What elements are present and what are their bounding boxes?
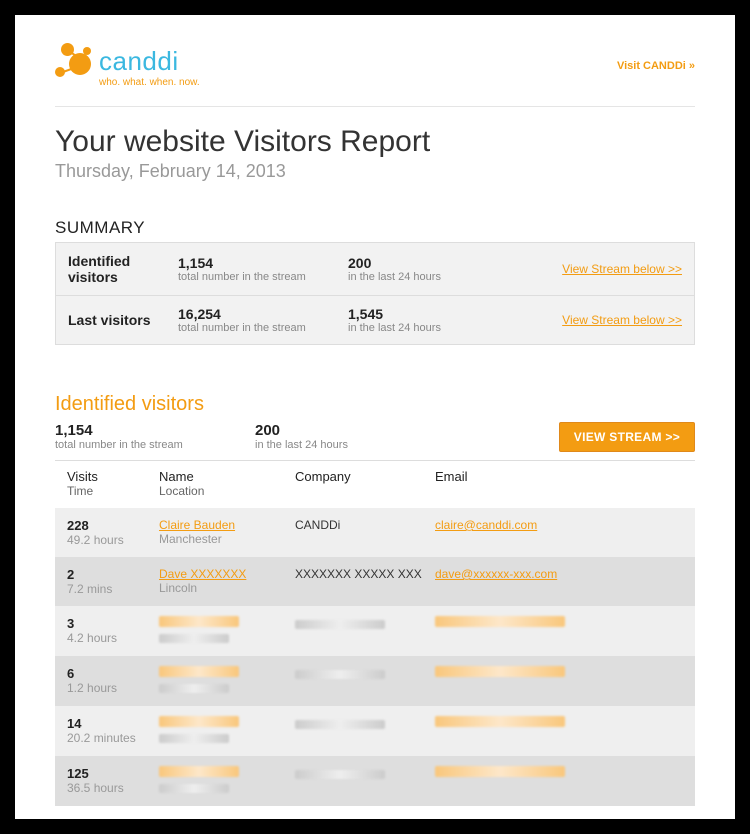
page-title: Your website Visitors Report xyxy=(55,125,695,159)
summary-section: SUMMARY Identified visitors 1,154 total … xyxy=(55,218,695,345)
summary-row-last: Last visitors 16,254 total number in the… xyxy=(56,295,694,344)
summary-recent-num: 1,545 xyxy=(348,306,518,322)
redacted-name xyxy=(159,766,239,777)
summary-recent-num: 200 xyxy=(348,255,518,271)
table-row: 12536.5 hours xyxy=(55,756,695,806)
logo-block: canddi who. what. when. now. xyxy=(55,43,200,88)
table-row: 34.2 hours xyxy=(55,606,695,656)
col-visits: Visits xyxy=(67,469,98,484)
header-bar: canddi who. what. when. now. Visit CANDD… xyxy=(55,43,695,107)
row-visits: 228 xyxy=(67,518,159,533)
redacted-company xyxy=(295,620,385,629)
row-company: XXXXXXX XXXXX XXX xyxy=(295,567,422,581)
col-name: Name xyxy=(159,469,194,484)
row-time: 4.2 hours xyxy=(67,631,159,645)
view-stream-link[interactable]: View Stream below >> xyxy=(562,262,682,276)
row-visits: 125 xyxy=(67,766,159,781)
row-time: 20.2 minutes xyxy=(67,731,159,745)
col-email: Email xyxy=(435,469,468,484)
table-row: 1420.2 minutes xyxy=(55,706,695,756)
identified-section: Identified visitors 1,154 total number i… xyxy=(55,393,695,806)
section-recent-num: 200 xyxy=(255,422,455,439)
row-email-link[interactable]: claire@canddi.com xyxy=(435,518,537,532)
summary-row-identified: Identified visitors 1,154 total number i… xyxy=(56,243,694,295)
row-visits: 2 xyxy=(67,567,159,582)
redacted-email xyxy=(435,716,565,727)
summary-total-sub: total number in the stream xyxy=(178,322,348,334)
row-location: Manchester xyxy=(159,532,295,546)
col-company: Company xyxy=(295,469,351,484)
redacted-company xyxy=(295,670,385,679)
col-location: Location xyxy=(159,484,295,498)
row-time: 36.5 hours xyxy=(67,781,159,795)
report-page: canddi who. what. when. now. Visit CANDD… xyxy=(15,15,735,819)
summary-total-sub: total number in the stream xyxy=(178,271,348,283)
summary-heading: SUMMARY xyxy=(55,218,695,238)
redacted-location xyxy=(159,684,229,693)
report-date: Thursday, February 14, 2013 xyxy=(55,161,695,182)
logo-text: canddi xyxy=(99,46,179,77)
summary-recent-sub: in the last 24 hours xyxy=(348,271,518,283)
row-time: 49.2 hours xyxy=(67,533,159,547)
table-row: 61.2 hours xyxy=(55,656,695,706)
section-total-num: 1,154 xyxy=(55,422,255,439)
row-name-link[interactable]: Dave XXXXXXX xyxy=(159,567,246,581)
redacted-name xyxy=(159,616,239,627)
redacted-company xyxy=(295,770,385,779)
summary-total-num: 16,254 xyxy=(178,306,348,322)
summary-label: Last visitors xyxy=(68,312,178,328)
table-body: 22849.2 hoursClaire BaudenManchesterCAND… xyxy=(55,508,695,806)
row-visits: 3 xyxy=(67,616,159,631)
section-recent-sub: in the last 24 hours xyxy=(255,439,455,451)
logo-icon xyxy=(55,43,95,79)
visit-canddi-link[interactable]: Visit CANDDi » xyxy=(617,60,695,72)
redacted-company xyxy=(295,720,385,729)
redacted-location xyxy=(159,634,229,643)
redacted-name xyxy=(159,666,239,677)
redacted-location xyxy=(159,784,229,793)
redacted-email xyxy=(435,666,565,677)
redacted-email xyxy=(435,616,565,627)
table-row: 27.2 minsDave XXXXXXXLincolnXXXXXXX XXXX… xyxy=(55,557,695,606)
row-company: CANDDi xyxy=(295,518,340,532)
summary-total-num: 1,154 xyxy=(178,255,348,271)
section-title: Identified visitors xyxy=(55,393,695,416)
row-time: 1.2 hours xyxy=(67,681,159,695)
row-name-link[interactable]: Claire Bauden xyxy=(159,518,235,532)
row-visits: 6 xyxy=(67,666,159,681)
title-block: Your website Visitors Report Thursday, F… xyxy=(55,125,695,182)
summary-label: Identified visitors xyxy=(68,253,178,285)
view-stream-link[interactable]: View Stream below >> xyxy=(562,313,682,327)
col-time: Time xyxy=(67,484,159,498)
redacted-location xyxy=(159,734,229,743)
summary-box: Identified visitors 1,154 total number i… xyxy=(55,242,695,345)
redacted-name xyxy=(159,716,239,727)
redacted-email xyxy=(435,766,565,777)
row-location: Lincoln xyxy=(159,581,295,595)
table-header: Visits Time Name Location Company Email xyxy=(55,461,695,508)
table-row: 22849.2 hoursClaire BaudenManchesterCAND… xyxy=(55,508,695,557)
row-visits: 14 xyxy=(67,716,159,731)
section-bar: 1,154 total number in the stream 200 in … xyxy=(55,422,695,461)
view-stream-button[interactable]: VIEW STREAM >> xyxy=(559,422,695,452)
row-time: 7.2 mins xyxy=(67,582,159,596)
row-email-link[interactable]: dave@xxxxxx-xxx.com xyxy=(435,567,557,581)
summary-recent-sub: in the last 24 hours xyxy=(348,322,518,334)
logo-tagline: who. what. when. now. xyxy=(99,77,200,88)
section-total-sub: total number in the stream xyxy=(55,439,255,451)
